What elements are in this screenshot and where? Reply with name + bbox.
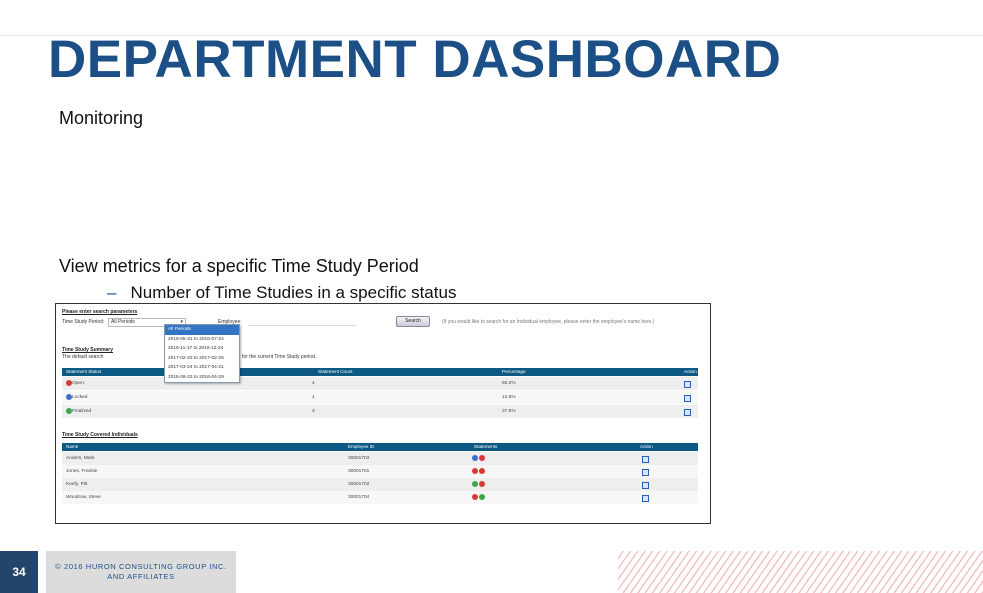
status-row: Open, Not Finalized 4 50.0% [62, 377, 698, 412]
edit-icon[interactable] [684, 395, 691, 402]
col-statements: Statements [474, 444, 498, 449]
statements-cell [472, 465, 485, 478]
bullet-status-count-text: Number of Time Studies in a specific sta… [130, 283, 457, 302]
col-statement-status: Statement Status [66, 369, 102, 374]
employee-id-cell: 30001703 [348, 456, 370, 461]
edit-icon[interactable] [642, 456, 649, 463]
col-statement-count: Statement Count [318, 369, 353, 374]
status-row: Locked 1 12.5% [62, 391, 698, 404]
table-row: Anders, Mark 30001703 [62, 452, 698, 465]
period-select-value: All Periods [111, 319, 135, 325]
table-row: Jones, Frankie 30001701 [62, 465, 698, 478]
bullet-status-count: – Number of Time Studies in a specific st… [107, 283, 456, 303]
dropdown-option[interactable]: 2016-06-23 to 2016-04-29 [165, 373, 239, 383]
col-action: Action [684, 369, 697, 374]
statement-finalized-icon[interactable] [479, 493, 485, 500]
name-cell: Keefy, Pitt [66, 482, 88, 487]
page-title: DEPARTMENT DASHBOARD [48, 30, 782, 89]
dropdown-option[interactable]: 2017-03-24 to 2017-04-21 [165, 363, 239, 373]
edit-icon[interactable] [684, 409, 691, 416]
statement-finalized-icon[interactable] [472, 480, 478, 487]
edit-icon[interactable] [642, 482, 649, 489]
col-name: Name [66, 444, 79, 449]
name-cell: Anders, Mark [66, 456, 95, 461]
table-row: Woodrow, Steve 30001704 [62, 491, 698, 504]
status-table-header: Statement Status Statement Count Percent… [62, 368, 698, 376]
statement-open-icon[interactable] [472, 493, 478, 500]
name-cell: Woodrow, Steve [66, 495, 101, 500]
count-cell: 4 [312, 381, 315, 386]
employee-id-cell: 30001702 [348, 482, 370, 487]
period-label: Time Study Period: [62, 319, 105, 325]
statement-pdf-icon[interactable] [479, 467, 485, 474]
search-hint: (If you would like to search for an Indi… [442, 319, 655, 325]
search-heading: Please enter search parameters [62, 309, 138, 315]
subtitle: Monitoring [59, 108, 144, 128]
count-cell: 3 [312, 409, 315, 414]
edit-icon[interactable] [642, 495, 649, 502]
dashboard-screenshot: Please enter search parameters Time Stud… [55, 303, 711, 524]
status-cell: Locked [66, 391, 87, 404]
count-cell: 1 [312, 395, 315, 400]
bullet-view-metrics: View metrics for a specific Time Study P… [59, 256, 419, 276]
col-percentage: Percentage [502, 369, 526, 374]
percent-cell: 12.5% [502, 395, 516, 400]
decorative-hatch-band [618, 551, 983, 593]
statements-cell [472, 452, 485, 465]
status-cell: Finalized [66, 405, 91, 418]
dropdown-option[interactable]: 2016-11-17 to 2016-12-24 [165, 344, 239, 354]
status-text: Locked [72, 395, 88, 400]
individuals-heading: Time Study Covered Individuals [62, 432, 138, 438]
search-button[interactable]: Search [396, 316, 430, 327]
statements-cell [472, 478, 485, 491]
statement-pdf-icon[interactable] [479, 480, 485, 487]
status-cell: Open, Not Finalized [66, 377, 91, 412]
individuals-table-header: Name Employee ID Statements Action [62, 443, 698, 451]
copyright: © 2016 HURON CONSULTING GROUP INC. AND AF… [46, 551, 236, 593]
employee-id-cell: 30001701 [348, 469, 370, 474]
percent-cell: 50.0% [502, 381, 516, 386]
dropdown-option[interactable]: 2016-05-31 to 2016-07-24 [165, 335, 239, 345]
statements-cell [472, 491, 485, 504]
statement-pdf-icon[interactable] [479, 454, 485, 461]
summary-note-left: The default search [62, 354, 104, 360]
col-employee-id: Employee ID [348, 444, 375, 449]
col-action: Action [640, 444, 653, 449]
copyright-line-1: © 2016 HURON CONSULTING GROUP INC. [55, 562, 227, 571]
copyright-line-2: AND AFFILIATES [107, 572, 175, 581]
edit-icon[interactable] [642, 469, 649, 476]
table-row: Keefy, Pitt 30001702 [62, 478, 698, 491]
period-dropdown-menu[interactable]: All Periods 2016-05-31 to 2016-07-24 201… [164, 324, 240, 383]
dropdown-option[interactable]: All Periods [165, 325, 239, 335]
edit-icon[interactable] [684, 381, 691, 388]
status-row: Finalized 3 37.5% [62, 405, 698, 418]
dash-marker: – [107, 283, 117, 302]
percent-cell: 37.5% [502, 409, 516, 414]
summary-note-right: for the current Time Study period. [242, 354, 317, 360]
status-text: Finalized [72, 409, 92, 414]
summary-heading: Time Study Summary [62, 347, 114, 353]
page-number: 34 [0, 551, 38, 593]
employee-id-cell: 30001704 [348, 495, 370, 500]
employee-input[interactable] [248, 318, 356, 326]
statement-open-icon[interactable] [472, 467, 478, 474]
statement-locked-icon[interactable] [472, 454, 478, 461]
name-cell: Jones, Frankie [66, 469, 98, 474]
dropdown-option[interactable]: 2017-02-23 to 2017-02-25 [165, 354, 239, 364]
